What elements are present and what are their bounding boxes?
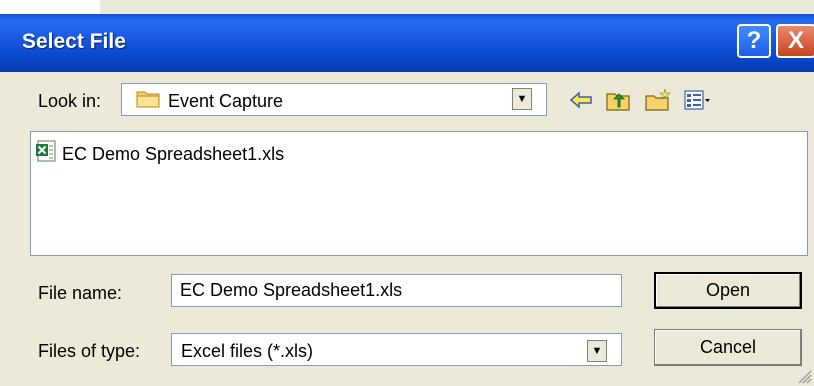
select-file-dialog: Select File ? X Look in: Event Capture ▼ (0, 0, 814, 386)
file-list-item[interactable]: EC Demo Spreadsheet1.xls (62, 144, 284, 165)
close-button[interactable]: X (776, 24, 814, 58)
new-folder-icon[interactable] (644, 88, 672, 112)
file-name-label: File name: (38, 283, 123, 303)
look-in-label: Look in: (38, 91, 102, 111)
cancel-button[interactable]: Cancel (654, 329, 802, 366)
excel-file-icon (36, 140, 56, 162)
help-button[interactable]: ? (737, 24, 771, 58)
dialog-title: Select File (22, 30, 126, 53)
desktop-edge (0, 0, 100, 14)
up-folder-icon[interactable] (604, 88, 632, 112)
look-in-dropdown-arrow[interactable]: ▼ (512, 88, 532, 110)
resize-grip-icon[interactable] (794, 366, 812, 384)
files-of-type-dropdown-arrow[interactable]: ▼ (587, 340, 607, 362)
file-name-input[interactable] (171, 274, 622, 307)
views-menu-icon[interactable] (683, 88, 711, 112)
files-of-type-label: Files of type: (38, 341, 141, 361)
look-in-value: Event Capture (168, 91, 284, 111)
files-of-type-value: Excel files (*.xls) (181, 341, 314, 361)
open-button[interactable]: Open (654, 272, 802, 309)
folder-icon (136, 91, 160, 108)
back-arrow-icon[interactable] (567, 88, 595, 112)
